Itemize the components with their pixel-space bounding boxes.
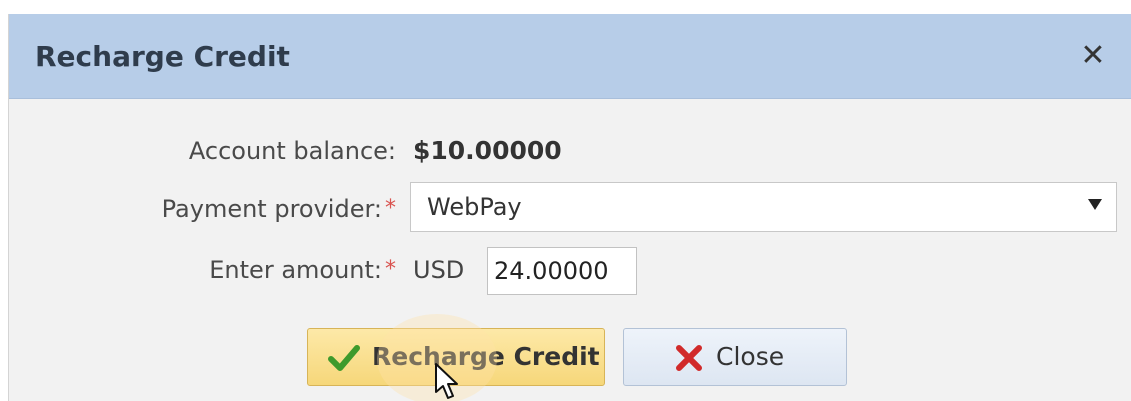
close-icon[interactable]: ✕ [1075, 38, 1111, 74]
close-button[interactable]: Close [623, 328, 847, 386]
recharge-credit-dialog: Recharge Credit ✕ Account balance: $10.0… [8, 14, 1131, 401]
account-balance-label: Account balance: [188, 137, 396, 165]
payment-provider-value: WebPay [427, 193, 522, 221]
currency-label: USD [413, 256, 465, 284]
payment-provider-label: Payment provider: [161, 195, 382, 223]
account-balance-value: $10.00000 [413, 136, 562, 165]
red-x-icon [676, 345, 702, 371]
enter-amount-label: Enter amount: [209, 256, 382, 284]
required-marker: * [385, 257, 396, 282]
payment-provider-select[interactable]: WebPay [410, 182, 1117, 232]
checkmark-icon [328, 345, 360, 371]
close-button-label: Close [716, 342, 785, 371]
recharge-credit-button[interactable]: Recharge Credit [307, 328, 605, 386]
dropdown-arrow-icon[interactable] [1088, 199, 1102, 210]
recharge-credit-button-label: Recharge Credit [372, 342, 600, 371]
dialog-titlebar: Recharge Credit ✕ [9, 14, 1131, 99]
required-marker: * [385, 196, 396, 221]
amount-input[interactable] [487, 247, 637, 295]
dialog-title: Recharge Credit [35, 40, 290, 73]
